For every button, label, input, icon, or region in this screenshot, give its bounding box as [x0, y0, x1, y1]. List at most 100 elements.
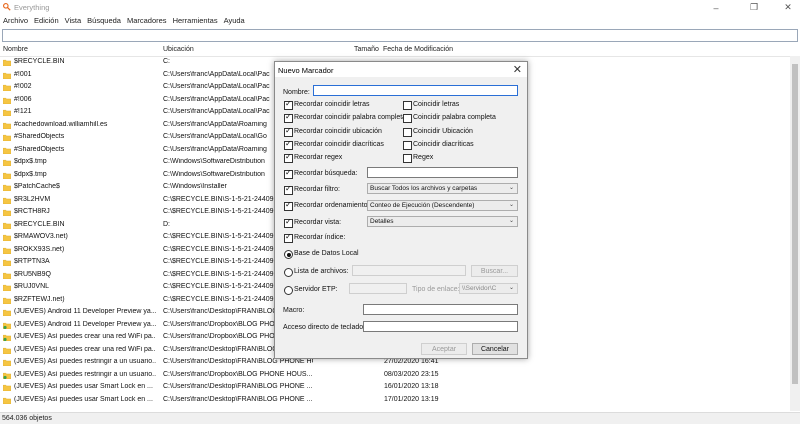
menu-vista[interactable]: Vista — [62, 15, 85, 28]
menu-bar: Archivo Edición Vista Búsqueda Marcadore… — [0, 15, 800, 28]
link-type-dropdown[interactable]: \\Servidor\C ⌄ — [459, 283, 518, 294]
folder-icon — [3, 97, 11, 104]
menu-ayuda[interactable]: Ayuda — [221, 15, 248, 28]
match-option-checkbox[interactable] — [403, 127, 412, 137]
minimize-button[interactable]: – — [704, 0, 728, 15]
file-name: $RTPTN3A — [14, 258, 50, 265]
shortcut-label: Acceso directo de teclado: — [283, 324, 366, 331]
column-modified[interactable]: Fecha de Modificación — [383, 46, 453, 53]
file-name: $RU5NB9Q — [14, 270, 51, 278]
file-name: $dpx$.tmp — [14, 158, 47, 165]
ftp-server-input[interactable] — [349, 283, 407, 294]
folder-icon — [3, 122, 11, 129]
sort-dropdown[interactable]: Conteo de Ejecución (Descendente) ⌄ — [367, 200, 518, 211]
folder-icon — [3, 147, 11, 154]
remember-option-checkbox[interactable] — [284, 152, 293, 164]
remember-option-checkbox[interactable] — [284, 126, 293, 137]
table-row[interactable]: (JUEVES) Así puedes restringir a un usua… — [0, 370, 790, 383]
menu-herramientas[interactable]: Herramientas — [170, 15, 221, 28]
remember-option-label: Recordar coincidir palabra completa — [294, 114, 407, 122]
new-bookmark-dialog: Nuevo Marcador ✕ Nombre: Recordar búsque… — [274, 61, 528, 359]
file-list-input[interactable] — [352, 265, 466, 276]
scrollbar-thumb[interactable] — [792, 64, 798, 384]
local-database-radio[interactable] — [284, 250, 293, 259]
menu-marcadores[interactable]: Marcadores — [124, 15, 170, 28]
folder-icon — [3, 384, 11, 391]
file-location: C:\Users\franc\Desktop\FRAN\BLOG PHONE .… — [163, 395, 313, 403]
folder-icon — [3, 397, 11, 404]
file-name: #!006 — [14, 95, 32, 103]
menu-edicion[interactable]: Edición — [31, 15, 62, 28]
macro-input[interactable] — [363, 304, 518, 315]
synced-folder-icon — [3, 334, 11, 341]
restore-icon: ❐ — [749, 2, 759, 12]
filter-dropdown[interactable]: Buscar Todos los archivos y carpetas ⌄ — [367, 183, 518, 194]
match-option-checkbox[interactable] — [403, 154, 412, 164]
column-size[interactable]: Tamaño — [354, 46, 379, 53]
remember-option-checkbox[interactable] — [284, 139, 293, 150]
remember-sort-checkbox[interactable] — [284, 200, 293, 211]
file-name: $RMAWOV3.net) — [14, 233, 68, 240]
close-window-button[interactable]: ✕ — [776, 0, 800, 15]
file-name: #SharedObjects — [14, 133, 65, 140]
remember-option-checkbox[interactable] — [284, 99, 293, 110]
chevron-down-icon: ⌄ — [508, 285, 514, 291]
filter-value: Buscar Todos los archivos y carpetas — [370, 185, 478, 192]
accept-button[interactable]: Aceptar — [421, 343, 467, 355]
view-dropdown[interactable]: Detalles ⌄ — [367, 216, 518, 227]
match-option-label: Coincidir letras — [413, 101, 460, 108]
match-option-checkbox[interactable] — [403, 140, 412, 150]
menu-busqueda[interactable]: Búsqueda — [84, 15, 124, 28]
name-input[interactable] — [313, 85, 518, 96]
file-name: $PatchCache$ — [14, 183, 60, 190]
remember-index-label: Recordar índice: — [294, 234, 346, 241]
search-input[interactable] — [2, 29, 798, 42]
folder-icon — [3, 222, 11, 229]
dialog-title-bar: Nuevo Marcador ✕ — [275, 62, 527, 77]
remember-search-checkbox[interactable] — [284, 168, 293, 179]
search-field[interactable] — [367, 167, 518, 178]
local-database-label: Base de Datos Local — [294, 250, 359, 257]
menu-archivo[interactable]: Archivo — [0, 15, 31, 28]
remember-option-checkbox[interactable] — [284, 112, 293, 124]
cancel-button[interactable]: Cancelar — [472, 343, 518, 355]
remember-view-checkbox[interactable] — [284, 217, 293, 228]
dialog-title: Nuevo Marcador — [278, 66, 334, 75]
file-name: $R3L2HVM — [14, 195, 51, 203]
everything-logo-icon — [3, 3, 11, 11]
remember-view-label: Recordar vista: — [294, 219, 342, 226]
file-name: #!121 — [14, 108, 32, 115]
match-option-label: Coincidir Ubicación — [413, 127, 473, 135]
folder-icon — [3, 184, 11, 191]
close-icon: ✕ — [784, 2, 792, 12]
browse-button[interactable]: Buscar... — [471, 265, 518, 277]
column-name[interactable]: Nombre — [3, 46, 28, 53]
folder-icon — [3, 84, 11, 91]
file-list-radio[interactable] — [284, 268, 293, 277]
match-option-checkbox[interactable] — [403, 114, 412, 124]
table-row[interactable]: (JUEVES) Así puedes usar Smart Lock en .… — [0, 395, 790, 408]
file-name: $RCTH8RJ — [14, 208, 50, 215]
match-option-label: Coincidir palabra completa — [413, 114, 496, 122]
vertical-scrollbar[interactable] — [790, 56, 800, 411]
remember-filter-checkbox[interactable] — [284, 184, 293, 195]
file-name: (JUEVES) Así puedes crear una red WiFi p… — [14, 333, 156, 340]
folder-icon — [3, 134, 11, 141]
file-name: #!001 — [14, 70, 32, 78]
dialog-close-icon[interactable]: ✕ — [513, 63, 522, 76]
folder-icon — [3, 309, 11, 316]
link-type-label: Tipo de enlace: — [412, 286, 460, 293]
shortcut-input[interactable] — [363, 321, 518, 332]
file-location: C:\Users\franc\Desktop\FRAN\BLOG PHONE H… — [163, 358, 313, 365]
folder-icon — [3, 272, 11, 279]
folder-icon — [3, 109, 11, 116]
folder-icon — [3, 297, 11, 304]
table-row[interactable]: (JUEVES) Así puedes usar Smart Lock en .… — [0, 382, 790, 395]
column-location[interactable]: Ubicación — [163, 46, 194, 53]
remember-index-checkbox[interactable] — [284, 232, 293, 243]
ftp-server-radio[interactable] — [284, 286, 293, 295]
remember-sort-label: Recordar ordenamiento — [294, 202, 368, 209]
file-name: (JUEVES) Así puedes crear una red WiFi p… — [14, 345, 156, 353]
match-option-checkbox[interactable] — [403, 101, 412, 110]
restore-button[interactable]: ❐ — [742, 0, 766, 15]
